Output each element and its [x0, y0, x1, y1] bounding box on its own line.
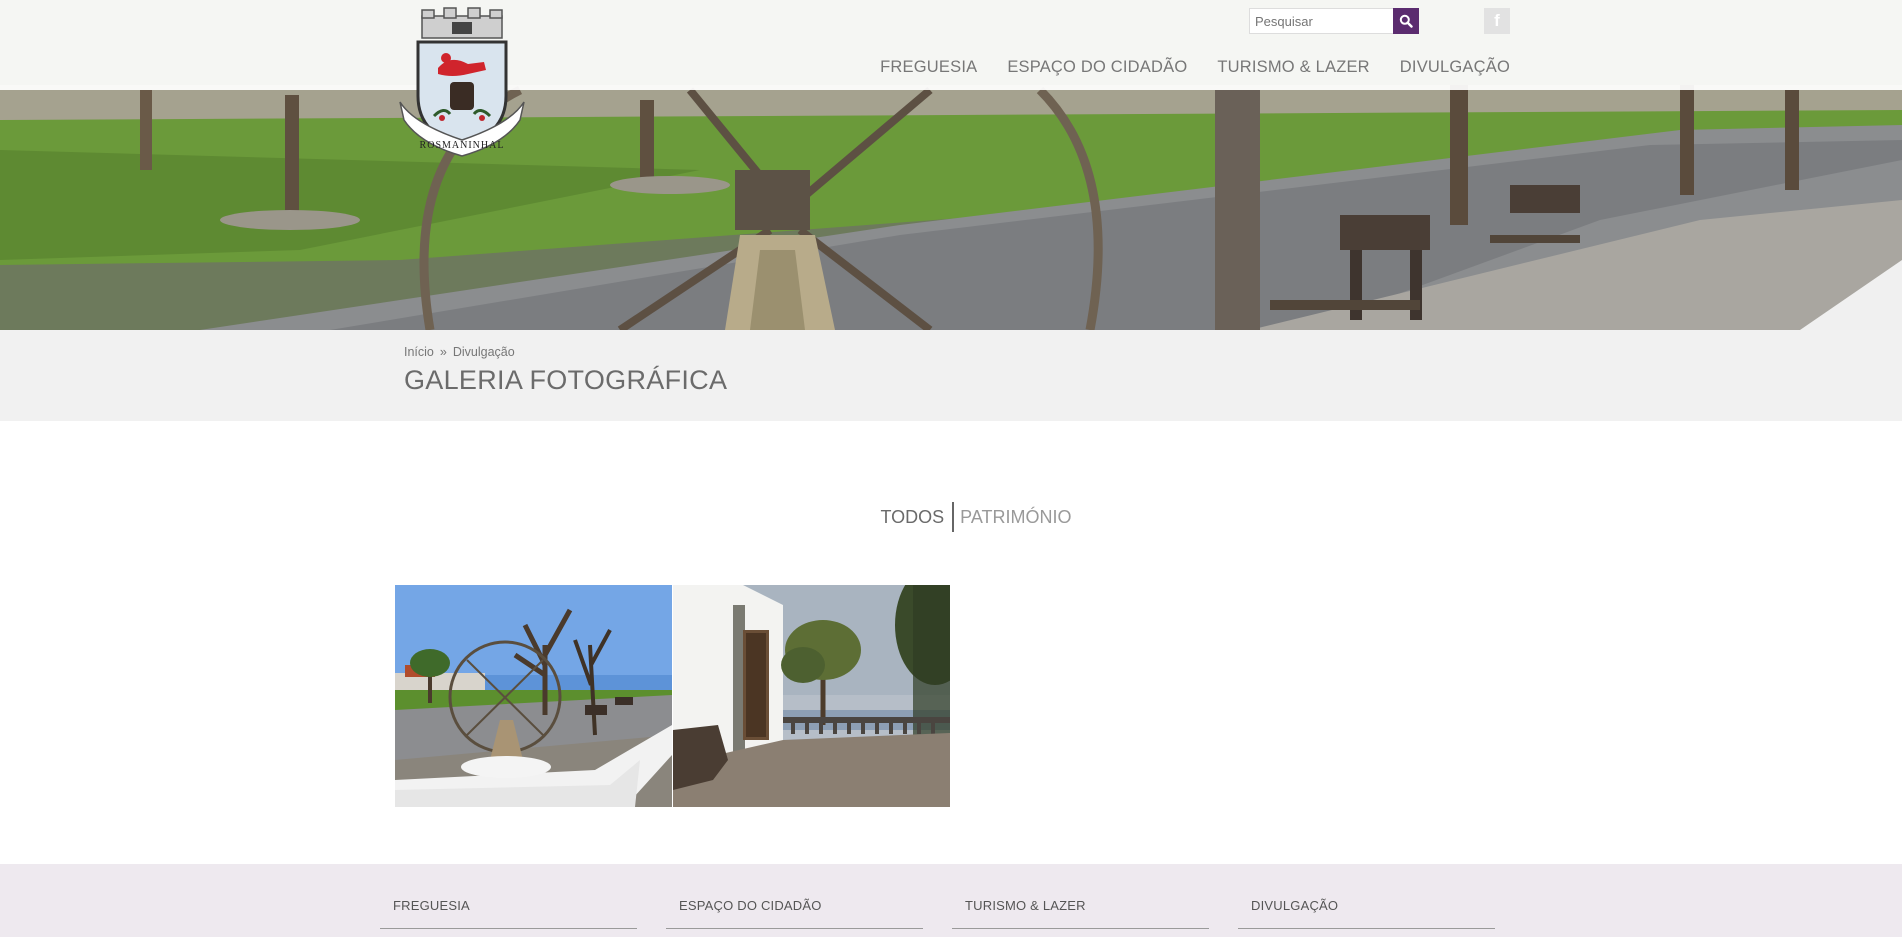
- footer-col-turismo-lazer: TURISMO & LAZER: [952, 898, 1209, 929]
- footer-heading-espaco-cidadao[interactable]: ESPAÇO DO CIDADÃO: [666, 898, 923, 913]
- logo-text: ROSMANINHAL: [420, 140, 505, 151]
- main-nav: FREGUESIA ESPAÇO DO CIDADÃO TURISMO & LA…: [880, 58, 1510, 77]
- facebook-icon[interactable]: f: [1484, 8, 1510, 34]
- photo-church-viewpoint-icon: [673, 585, 950, 807]
- facebook-glyph: f: [1494, 11, 1500, 30]
- search-box: [1249, 8, 1419, 34]
- filter-heritage[interactable]: PATRIMÓNIO: [954, 507, 1071, 528]
- filter-all[interactable]: TODOS: [880, 507, 952, 528]
- footer: FREGUESIA ESPAÇO DO CIDADÃO TURISMO & LA…: [0, 864, 1902, 937]
- photo-gallery: [395, 585, 950, 807]
- nav-item-turismo-lazer[interactable]: TURISMO & LAZER: [1217, 58, 1369, 77]
- page-header: Início » Divulgação GALERIA FOTOGRÁFICA: [0, 330, 1902, 421]
- footer-heading-divulgacao[interactable]: DIVULGAÇÃO: [1238, 898, 1495, 913]
- nav-item-divulgacao[interactable]: DIVULGAÇÃO: [1400, 58, 1510, 77]
- search-button[interactable]: [1393, 8, 1419, 34]
- page-title: GALERIA FOTOGRÁFICA: [404, 365, 728, 395]
- footer-col-divulgacao: DIVULGAÇÃO: [1238, 898, 1495, 929]
- footer-heading-turismo-lazer[interactable]: TURISMO & LAZER: [952, 898, 1209, 913]
- footer-col-espaco-cidadao: ESPAÇO DO CIDADÃO: [666, 898, 923, 929]
- breadcrumb: Início » Divulgação: [404, 345, 515, 359]
- site-logo[interactable]: ROSMANINHAL: [394, 6, 530, 162]
- breadcrumb-home-link[interactable]: Início: [404, 345, 434, 359]
- photo-wheel-monument-icon: [395, 585, 672, 807]
- breadcrumb-current[interactable]: Divulgação: [453, 345, 515, 359]
- nav-item-freguesia[interactable]: FREGUESIA: [880, 58, 977, 77]
- search-input[interactable]: [1250, 9, 1395, 33]
- search-icon: [1399, 14, 1413, 28]
- gallery-filters: TODOS PATRIMÓNIO: [0, 502, 1902, 534]
- hero-banner: ROSMANINHAL f FREGUESIA ESPAÇO DO CIDADÃ…: [0, 0, 1902, 330]
- coat-of-arms-icon: ROSMANINHAL: [399, 7, 525, 157]
- footer-heading-freguesia[interactable]: FREGUESIA: [380, 898, 637, 913]
- gallery-item-1[interactable]: [395, 585, 672, 807]
- breadcrumb-separator: »: [439, 345, 447, 359]
- nav-item-espaco-cidadao[interactable]: ESPAÇO DO CIDADÃO: [1007, 58, 1187, 77]
- footer-col-freguesia: FREGUESIA: [380, 898, 637, 929]
- gallery-item-2[interactable]: [673, 585, 950, 807]
